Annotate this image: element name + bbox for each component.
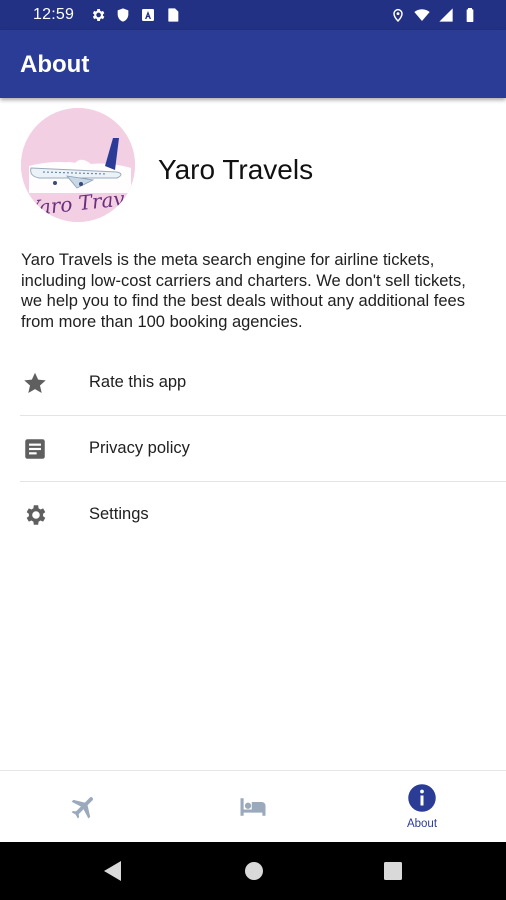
privacy-policy-item[interactable]: Privacy policy	[0, 416, 506, 482]
hotel-bed-icon	[240, 798, 266, 816]
app-name: Yaro Travels	[158, 154, 314, 185]
sd-card-icon	[168, 8, 179, 22]
airplane-icon	[71, 797, 93, 819]
shield-icon	[117, 8, 129, 22]
tab-about-label: About	[406, 818, 438, 830]
document-icon	[25, 439, 45, 459]
back-button[interactable]	[101, 859, 123, 883]
a-badge-icon	[142, 9, 154, 21]
status-time: 12:59	[33, 6, 75, 23]
battery-icon	[466, 8, 474, 22]
gear-icon	[92, 9, 105, 21]
gear-icon	[26, 505, 46, 525]
status-bar: 12:59	[0, 0, 506, 30]
wifi-icon	[414, 9, 430, 21]
status-left-icons	[90, 7, 181, 23]
settings-label: Settings	[89, 505, 149, 523]
home-button[interactable]	[243, 859, 265, 883]
tab-flights[interactable]	[0, 771, 168, 843]
recents-button[interactable]	[382, 859, 404, 883]
star-icon	[24, 372, 46, 393]
settings-item[interactable]: Settings	[0, 482, 506, 548]
app-logo: Yaro Travels	[21, 108, 135, 222]
tab-hotels[interactable]	[169, 771, 337, 843]
location-icon	[393, 8, 403, 23]
tab-about[interactable]: About	[338, 771, 506, 843]
bottom-navigation: About	[0, 770, 506, 842]
status-right-icons	[390, 7, 478, 23]
page-title: About	[20, 51, 90, 78]
rate-app-label: Rate this app	[89, 373, 187, 391]
info-icon	[408, 784, 436, 812]
rate-app-item[interactable]: Rate this app	[0, 350, 506, 416]
signal-icon	[439, 8, 453, 22]
app-bar: About	[0, 30, 506, 98]
app-description: Yaro Travels is the meta search engine f…	[21, 251, 466, 331]
privacy-policy-label: Privacy policy	[89, 439, 190, 457]
system-navigation-bar	[0, 842, 506, 900]
